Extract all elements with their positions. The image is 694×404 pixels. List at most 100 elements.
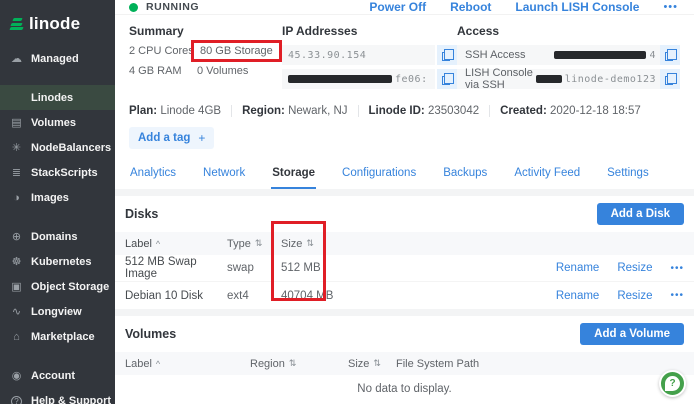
disk-type: swap (227, 262, 254, 274)
summary-ram: 4 GB RAM (129, 65, 182, 77)
volumes-title: Volumes (125, 327, 177, 341)
copy-ipv6-button[interactable] (437, 69, 457, 89)
ipv6-address-visible: fe06: (395, 73, 428, 85)
more-actions-ellipsis-icon[interactable]: ••• (663, 1, 678, 13)
sidebar-group-compute: Linodes ▤ Volumes ✳ NodeBalancers ≣ Stac… (0, 85, 115, 210)
tab-settings[interactable]: Settings (606, 161, 650, 189)
disks-sort-size[interactable]: Size ⇅ (281, 238, 401, 250)
tab-backups[interactable]: Backups (442, 161, 488, 189)
divider (489, 105, 491, 117)
ipv4-address: 45.33.90.154 (288, 49, 367, 61)
disk-row-swap: 512 MB Swap Image swap 512 MB Rename Res… (115, 255, 694, 282)
ssh-access-redaction-scribble (554, 51, 647, 59)
sort-both-icon: ⇅ (254, 238, 263, 248)
created-detail: Created: 2020-12-18 18:57 (500, 105, 641, 117)
ip-addresses-title: IP Addresses (282, 24, 358, 38)
volumes-sort-label[interactable]: Label ^ (125, 358, 250, 370)
sidebar-item-kubernetes[interactable]: ☸ Kubernetes (0, 249, 115, 274)
summary-storage-highlighted: 80 GB Storage (191, 40, 282, 62)
tab-network[interactable]: Network (202, 161, 246, 189)
sidebar-item-label: Domains (31, 230, 78, 243)
sidebar-item-label: Kubernetes (31, 255, 92, 268)
linode-id-detail: Linode ID: 23503042 (368, 105, 480, 117)
object-storage-icon: ▣ (11, 281, 22, 293)
linode-logo-icon (9, 17, 24, 32)
plus-icon: + (198, 131, 206, 145)
linode-details-row: Plan: Linode 4GB Region: Newark, NJ Lino… (115, 99, 694, 121)
copy-icon (665, 48, 677, 61)
main-content: RUNNING Power Off Reboot Launch LISH Con… (115, 0, 694, 404)
volumes-empty-message: No data to display. (357, 383, 452, 395)
volumes-sort-size[interactable]: Size ⇅ (348, 358, 396, 370)
add-volume-button[interactable]: Add a Volume (580, 323, 684, 345)
linode-tabs: Analytics Network Storage Configurations… (115, 159, 694, 189)
copy-icon (665, 72, 677, 85)
status-indicator: RUNNING (129, 1, 199, 13)
sidebar-item-domains[interactable]: ⊕ Domains (0, 224, 115, 249)
help-circle-icon: ? (10, 395, 23, 404)
power-off-button[interactable]: Power Off (369, 0, 426, 14)
status-label: RUNNING (146, 1, 200, 13)
divider (231, 105, 233, 117)
sidebar-item-account[interactable]: ◉ Account (0, 363, 115, 388)
sidebar-item-stackscripts[interactable]: ≣ StackScripts (0, 160, 115, 185)
sidebar-item-help-support[interactable]: ? Help & Support (0, 388, 115, 404)
rename-disk-button[interactable]: Rename (556, 290, 599, 302)
sidebar-item-managed[interactable]: ☁ Managed (0, 46, 115, 71)
ssh-access-label: SSH Access (465, 49, 526, 61)
volumes-card: Volumes Add a Volume Label ^ Region ⇅ Size… (115, 316, 694, 404)
disks-card: Disks Add a Disk Label ^ Type ⇅ Size ⇅ 512 … (115, 196, 694, 309)
add-disk-button[interactable]: Add a Disk (596, 203, 684, 225)
sidebar-item-linodes[interactable]: Linodes (0, 85, 115, 110)
sidebar-item-label: Managed (31, 52, 79, 65)
sidebar-item-longview[interactable]: ∿ Longview (0, 299, 115, 324)
resize-disk-button[interactable]: Resize (617, 262, 652, 274)
plan-detail: Plan: Linode 4GB (129, 105, 222, 117)
linodes-hexagon-icon (10, 92, 23, 104)
copy-ssh-access-button[interactable] (660, 45, 680, 65)
longview-pulse-icon: ∿ (11, 306, 22, 318)
sidebar-item-label: Help & Support (31, 394, 112, 404)
help-question-icon: ? (665, 376, 680, 391)
sidebar: linode ☁ Managed Linodes ▤ Volumes ✳ Nod… (0, 0, 115, 404)
help-floating-button[interactable]: ? (659, 370, 686, 397)
disk-more-actions-icon[interactable]: ••• (670, 290, 684, 301)
rename-disk-button[interactable]: Rename (556, 262, 599, 274)
sidebar-item-images[interactable]: ◑ Images (0, 185, 115, 210)
resize-disk-button[interactable]: Resize (617, 290, 652, 302)
add-tag-button[interactable]: Add a tag + (129, 127, 215, 149)
disk-label: 512 MB Swap Image (125, 256, 197, 280)
launch-lish-console-button[interactable]: Launch LISH Console (515, 0, 639, 14)
tab-configurations[interactable]: Configurations (341, 161, 417, 189)
summary-grid: 2 CPU Cores 80 GB Storage 4 GB RAM 0 Vol… (129, 40, 282, 77)
disk-more-actions-icon[interactable]: ••• (670, 263, 684, 274)
sidebar-item-object-storage[interactable]: ▣ Object Storage (0, 274, 115, 299)
nodebalancers-icon: ✳ (11, 142, 22, 154)
ssh-access-row: SSH Access 4 (457, 45, 680, 65)
copy-ipv4-button[interactable] (437, 45, 457, 65)
stackscripts-icon: ≣ (11, 167, 22, 179)
tab-activity-feed[interactable]: Activity Feed (513, 161, 581, 189)
linode-status-bar: RUNNING Power Off Reboot Launch LISH Con… (115, 0, 694, 15)
tab-analytics[interactable]: Analytics (129, 161, 177, 189)
disks-sort-type[interactable]: Type ⇅ (227, 238, 281, 250)
volumes-sort-region[interactable]: Region ⇅ (250, 358, 348, 370)
sidebar-group-account: ◉ Account ? Help & Support (0, 363, 115, 404)
images-icon: ◑ (13, 191, 20, 204)
sidebar-item-volumes[interactable]: ▤ Volumes (0, 110, 115, 135)
summary-strip: Summary 2 CPU Cores 80 GB Storage 4 GB R… (115, 15, 694, 99)
linode-logo[interactable]: linode (0, 8, 115, 46)
sidebar-item-label: Linodes (31, 91, 74, 104)
lish-console-label: LISH Console via SSH (465, 67, 533, 91)
lish-console-row: LISH Console via SSH linode-demo123 (457, 67, 680, 91)
reboot-button[interactable]: Reboot (450, 0, 491, 14)
copy-icon (442, 72, 454, 85)
copy-lish-button[interactable] (660, 69, 680, 89)
sidebar-item-nodebalancers[interactable]: ✳ NodeBalancers (0, 135, 115, 160)
summary-volumes: 0 Volumes (197, 65, 249, 77)
tab-storage[interactable]: Storage (271, 161, 317, 189)
disks-sort-label[interactable]: Label ^ (125, 238, 227, 250)
volumes-column-path: File System Path (396, 357, 480, 370)
sidebar-item-marketplace[interactable]: ⌂ Marketplace (0, 324, 115, 349)
sort-both-icon: ⇅ (306, 238, 314, 248)
